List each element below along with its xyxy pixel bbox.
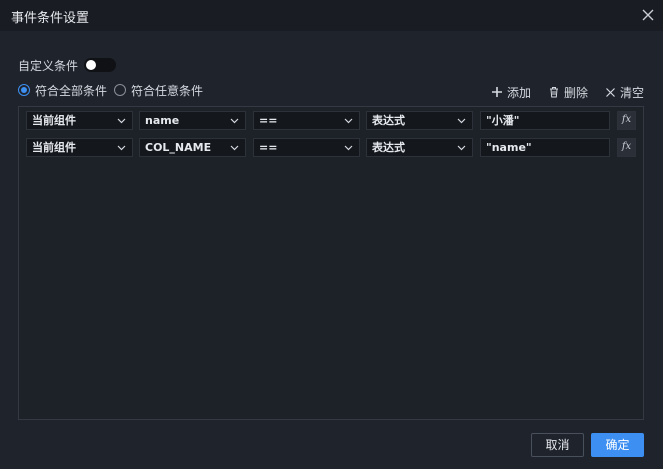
dialog-title: 事件条件设置: [11, 11, 90, 26]
value-input[interactable]: "小潘": [480, 111, 610, 130]
confirm-button[interactable]: 确定: [591, 433, 644, 457]
field-select[interactable]: COL_NAME: [139, 138, 246, 157]
match-any-radio[interactable]: 符合任意条件: [114, 82, 203, 99]
close-small-icon: [606, 87, 615, 97]
clear-label: 清空: [620, 85, 645, 100]
field-value: name: [145, 114, 180, 127]
clear-button[interactable]: 清空: [605, 84, 644, 100]
condition-row: 当前组件 name == 表达式 "小潘" fx: [26, 111, 642, 131]
radio-unchecked-icon: [114, 84, 127, 96]
chevron-down-icon: [230, 118, 239, 124]
value-type-value: 表达式: [372, 141, 405, 154]
chevron-down-icon: [230, 145, 239, 151]
match-all-radio[interactable]: 符合全部条件: [18, 82, 107, 99]
custom-condition-switch[interactable]: [84, 58, 117, 72]
custom-condition-label: 自定义条件: [18, 58, 79, 73]
close-icon[interactable]: [641, 8, 655, 22]
custom-condition-row: 自定义条件: [18, 57, 117, 73]
value-type-value: 表达式: [372, 114, 405, 127]
component-value: 当前组件: [32, 141, 76, 154]
component-select[interactable]: 当前组件: [26, 138, 133, 157]
operator-value: ==: [259, 114, 278, 127]
value-type-select[interactable]: 表达式: [366, 111, 473, 130]
conditions-panel: 当前组件 name == 表达式 "小潘" fx 当前组件 COL_NAME =…: [18, 106, 644, 420]
trash-icon: [550, 87, 558, 98]
chevron-down-icon: [344, 145, 353, 151]
match-any-label: 符合任意条件: [131, 83, 204, 98]
delete-label: 删除: [564, 85, 589, 100]
component-select[interactable]: 当前组件: [26, 111, 133, 130]
add-button[interactable]: 添加: [491, 84, 531, 100]
chevron-down-icon: [457, 118, 466, 124]
radio-checked-icon: [18, 84, 30, 96]
fx-button[interactable]: fx: [617, 111, 636, 130]
chevron-down-icon: [457, 145, 466, 151]
cancel-button[interactable]: 取消: [531, 433, 584, 457]
operator-select[interactable]: ==: [253, 138, 360, 157]
match-all-label: 符合全部条件: [35, 83, 108, 98]
chevron-down-icon: [344, 118, 353, 124]
component-value: 当前组件: [32, 114, 76, 127]
operator-value: ==: [259, 141, 278, 154]
chevron-down-icon: [117, 145, 126, 151]
switch-knob: [86, 60, 97, 70]
event-condition-dialog: 事件条件设置 自定义条件 符合全部条件 符合任意条件 添加 删除 清空 当前组件: [0, 0, 663, 469]
field-value: COL_NAME: [145, 141, 212, 154]
add-label: 添加: [507, 85, 532, 100]
value-input[interactable]: "name": [480, 138, 610, 157]
field-select[interactable]: name: [139, 111, 246, 130]
match-mode-group: 符合全部条件 符合任意条件: [18, 82, 210, 98]
delete-button[interactable]: 删除: [548, 84, 588, 100]
chevron-down-icon: [117, 118, 126, 124]
value-type-select[interactable]: 表达式: [366, 138, 473, 157]
operator-select[interactable]: ==: [253, 111, 360, 130]
condition-row: 当前组件 COL_NAME == 表达式 "name" fx: [26, 138, 642, 158]
fx-button[interactable]: fx: [617, 138, 636, 157]
dialog-titlebar: 事件条件设置: [0, 0, 663, 31]
plus-icon: [492, 87, 502, 97]
